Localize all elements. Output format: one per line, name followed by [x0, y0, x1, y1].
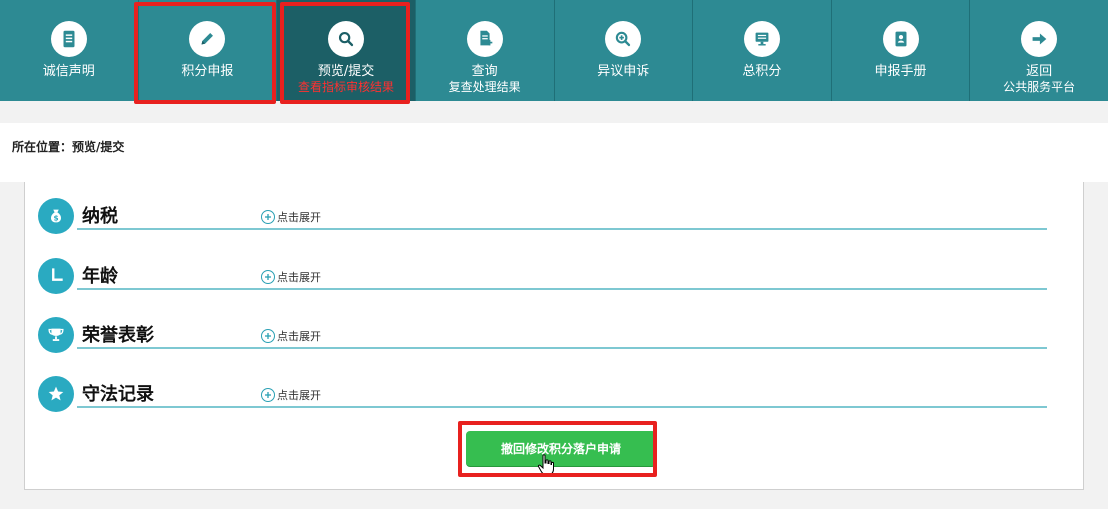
nav-label: 申报手册 — [874, 64, 927, 79]
nav-item-declaration-manual[interactable]: 申报手册 — [832, 0, 971, 101]
section-divider — [77, 347, 1047, 349]
section-title: 年龄 — [82, 266, 118, 287]
plus-circle-icon — [261, 329, 275, 343]
nav-item-preview-submit[interactable]: 预览/提交 查看指标审核结果 — [277, 0, 416, 101]
expand-label: 点击展开 — [277, 330, 321, 343]
svg-text:$: $ — [53, 214, 58, 223]
expand-label: 点击展开 — [277, 389, 321, 402]
nav-label: 积分申报 — [181, 64, 234, 79]
nav-item-integrity-statement[interactable]: 诚信声明 — [0, 0, 139, 101]
nav-item-objection-appeal[interactable]: 异议申诉 — [555, 0, 694, 101]
nav-label: 诚信声明 — [42, 64, 95, 79]
section-divider — [77, 288, 1047, 290]
nav-sublabel: 公共服务平台 — [1003, 80, 1076, 94]
nav-bottom-band — [0, 101, 1108, 123]
money-bag-icon: $ — [38, 198, 74, 234]
document-icon — [50, 21, 87, 57]
section-row-age: 年龄 点击展开 — [37, 246, 1047, 294]
section-row-honors: 荣誉表彰 点击展开 — [37, 305, 1047, 353]
section-row-tax: $ 纳税 点击展开 — [37, 186, 1047, 234]
star-icon — [38, 376, 74, 412]
section-divider — [77, 228, 1047, 230]
app-root: 诚信声明 积分申报 预览/提交 查看指标审核结果 查询 复查处理结果 异议申诉 … — [0, 0, 1108, 509]
section-row-law-record: 守法记录 点击展开 — [37, 364, 1047, 412]
plus-circle-icon — [261, 210, 275, 224]
nav-label: 查询 — [471, 64, 498, 79]
zoom-in-icon — [605, 21, 642, 57]
section-title: 纳税 — [82, 206, 118, 227]
withdraw-application-button[interactable]: 撤回修改积分落户申请 — [466, 431, 656, 466]
nav-sublabel: 查看指标审核结果 — [298, 80, 395, 94]
contact-book-icon — [882, 21, 919, 57]
expand-toggle[interactable]: 点击展开 — [261, 209, 321, 225]
breadcrumb-current: 预览/提交 — [72, 140, 125, 154]
nav-sublabel: 复查处理结果 — [448, 80, 521, 94]
nav-label: 异议申诉 — [597, 64, 650, 79]
pencil-icon — [189, 21, 226, 57]
breadcrumb-prefix: 所在位置： — [12, 140, 73, 154]
expand-label: 点击展开 — [277, 271, 321, 284]
section-divider — [77, 406, 1047, 408]
nav-label: 返回 — [1026, 64, 1053, 79]
monitor-icon — [743, 21, 780, 57]
nav-label: 预览/提交 — [317, 64, 375, 79]
nav-item-points-declaration[interactable]: 积分申报 — [139, 0, 278, 101]
clock-icon — [38, 258, 74, 294]
nav-item-return-platform[interactable]: 返回 公共服务平台 — [970, 0, 1108, 101]
section-title: 荣誉表彰 — [82, 325, 154, 346]
file-add-icon — [466, 21, 503, 57]
plus-circle-icon — [261, 388, 275, 402]
expand-toggle[interactable]: 点击展开 — [261, 269, 321, 285]
expand-toggle[interactable]: 点击展开 — [261, 387, 321, 403]
section-title: 守法记录 — [82, 384, 154, 405]
plus-circle-icon — [261, 270, 275, 284]
trophy-icon — [38, 317, 74, 353]
search-icon — [328, 21, 365, 57]
breadcrumb: 所在位置： 预览/提交 — [12, 138, 124, 155]
nav-item-query[interactable]: 查询 复查处理结果 — [416, 0, 555, 101]
nav-label: 总积分 — [742, 64, 782, 79]
top-nav: 诚信声明 积分申报 预览/提交 查看指标审核结果 查询 复查处理结果 异议申诉 … — [0, 0, 1108, 101]
expand-label: 点击展开 — [277, 211, 321, 224]
hand-cursor-icon — [537, 454, 554, 475]
nav-item-total-points[interactable]: 总积分 — [693, 0, 832, 101]
expand-toggle[interactable]: 点击展开 — [261, 328, 321, 344]
arrow-right-icon — [1021, 21, 1058, 57]
